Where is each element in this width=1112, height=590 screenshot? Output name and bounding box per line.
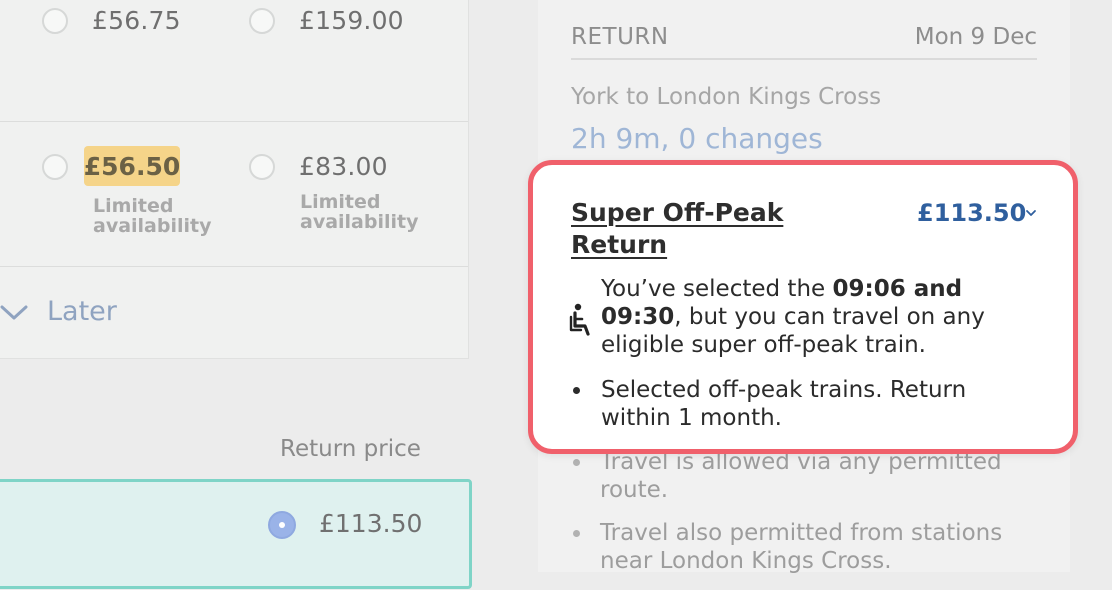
row-divider [0,266,468,267]
return-heading: RETURN [571,24,669,50]
bullet-icon [573,530,580,537]
row-divider [0,121,468,122]
fare-selection-message: You’ve selected the 09:06 and 09:30, but… [601,275,1041,359]
bullet-icon [573,387,580,394]
fare-radio[interactable] [249,154,275,180]
cheapest-fare-badge: £56.50 [84,146,180,186]
fare-total-price[interactable]: £113.50 [917,199,1026,227]
return-date: Mon 9 Dec [914,24,1037,50]
availability-note: Limited availability [93,195,212,237]
return-price-label: Return price [280,436,421,462]
selected-radio[interactable] [268,511,296,539]
condition-text: Selected off-peak trains. Return within … [601,377,967,431]
fare-radio[interactable] [249,8,275,34]
selected-fare-price: £113.50 [319,509,423,538]
list-item: Travel is allowed via any permitted rout… [571,448,1021,504]
seat-icon [569,303,590,336]
chevron-down-icon[interactable] [1024,206,1038,220]
route-text: York to London Kings Cross [571,84,882,110]
message-prefix: You’ve selected the [601,276,833,302]
list-item: Travel also permitted from stations near… [571,519,1021,575]
condition-text: Travel also permitted from stations near… [600,520,1003,574]
fare-radio[interactable] [42,154,68,180]
duration-link[interactable]: 2h 9m, 0 changes [571,122,823,155]
condition-text: Travel is allowed via any permitted rout… [600,449,1002,503]
fare-conditions-list: Travel is allowed via any permitted rout… [571,448,1021,590]
bullet-icon [573,459,580,466]
fare-price: £83.00 [299,152,388,181]
chevron-down-icon[interactable] [0,298,28,326]
fares-grid: £56.75 £159.00 £56.50 Limited availabili… [0,0,469,359]
fare-price: £56.75 [92,6,181,35]
fare-name-link[interactable]: Super Off-Peak Return [571,197,811,261]
availability-note: Limited availability [300,191,419,233]
fare-price: £159.00 [299,6,404,35]
list-item: Selected off-peak trains. Return within … [571,376,1041,432]
later-trains-link[interactable]: Later [47,296,117,327]
fare-radio[interactable] [42,8,68,34]
divider [571,58,1037,60]
